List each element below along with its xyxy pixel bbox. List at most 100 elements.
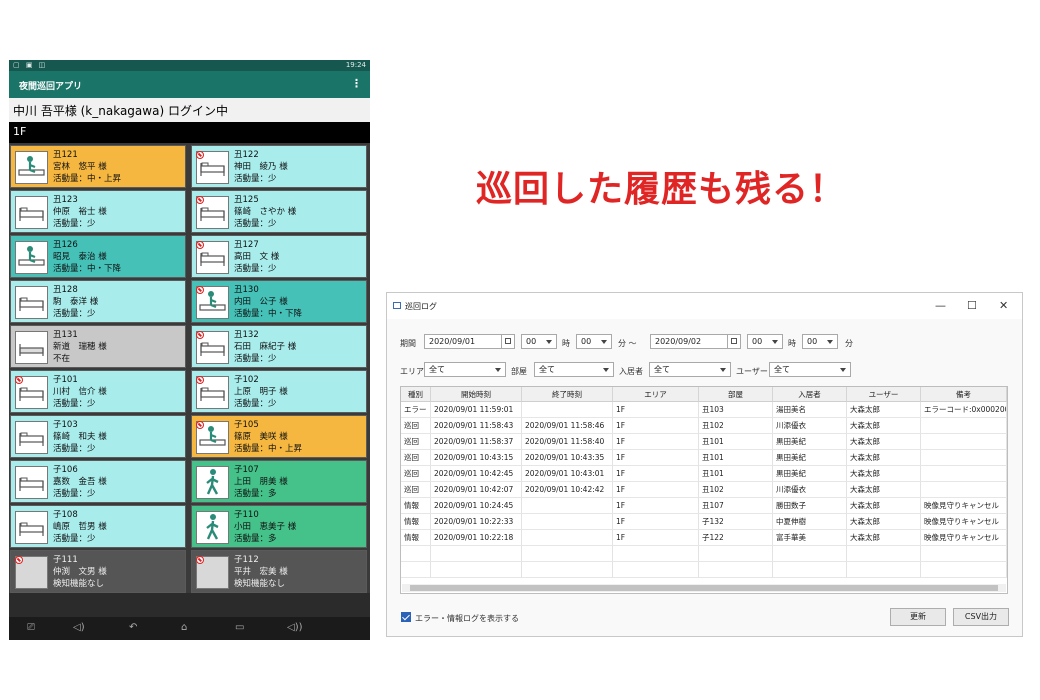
status-bar: ▢ ▣ ◫ 19:24 (9, 60, 370, 71)
room-number: 子112 (234, 555, 259, 565)
date-to-calendar-icon[interactable] (727, 334, 741, 349)
chevron-down-icon (546, 340, 552, 344)
show-error-info-checkbox[interactable] (401, 612, 411, 622)
log-cell-resident: 黒田美紀 (773, 450, 847, 466)
room-info: 丑130 内田 公子 様活動量：中・下降 (234, 284, 302, 320)
minute-from-select[interactable]: 00 (576, 334, 612, 349)
resident-name: 昭見 泰治 様 (53, 252, 107, 262)
room-tile[interactable]: 丑122 神田 綾乃 様活動量：少 (191, 145, 367, 188)
room-tile[interactable]: 丑127 高田 文 様活動量：少 (191, 235, 367, 278)
room-info: 丑127 高田 文 様活動量：少 (234, 239, 279, 275)
room-tile[interactable]: 子102 上原 明子 様活動量：少 (191, 370, 367, 413)
resident-name: 川村 信介 様 (53, 387, 107, 397)
room-number: 丑122 (234, 150, 259, 160)
overflow-menu-icon[interactable]: ⋮ (351, 77, 362, 90)
room-tile[interactable]: 丑123 仲原 裕士 様活動量：少 (10, 190, 186, 233)
log-cell-area: 1F (613, 498, 699, 514)
room-tile[interactable]: 子103 篠崎 和夫 様活動量：少 (10, 415, 186, 458)
room-number: 丑126 (53, 240, 78, 250)
activity-status: 活動量：少 (234, 219, 277, 229)
room-tile[interactable]: 子101 川村 信介 様活動量：少 (10, 370, 186, 413)
horizontal-scrollbar[interactable] (402, 584, 1006, 592)
activity-status: 活動量：少 (53, 219, 96, 229)
resident-name: 神田 綾乃 様 (234, 162, 288, 172)
back-icon[interactable]: ↶ (129, 622, 137, 633)
area-select[interactable]: 全て (424, 362, 506, 377)
room-tile[interactable]: 子111 仲渕 文男 様検知機能なし (10, 550, 186, 593)
log-cell-note (921, 450, 1007, 466)
log-cell-user: 大森太郎 (847, 530, 921, 546)
date-from-calendar-icon[interactable] (501, 334, 515, 349)
column-header-type[interactable]: 種別 (401, 387, 431, 402)
room-tile[interactable]: 子112 平井 宏美 様検知機能なし (191, 550, 367, 593)
column-header-user[interactable]: ユーザー (847, 387, 921, 402)
room-tile[interactable]: 子110 小田 恵美子 様活動量：多 (191, 505, 367, 548)
hour-to-select[interactable]: 00 (747, 334, 783, 349)
log-cell-note: エラーコード:0x00020001 (921, 402, 1007, 418)
log-cell-area: 1F (613, 530, 699, 546)
room-select[interactable]: 全て (534, 362, 614, 377)
log-cell-empty (847, 562, 921, 578)
status-time: 19:24 (345, 61, 366, 69)
android-nav-bar: ⎚ ◁) ↶ ⌂ ▭ ◁)) (9, 617, 370, 640)
log-cell-area: 1F (613, 434, 699, 450)
room-tile[interactable]: 丑131 新道 瑞穂 様不在 (10, 325, 186, 368)
screenshot-icon[interactable]: ⎚ (27, 622, 35, 633)
log-cell-note (921, 434, 1007, 450)
room-tile[interactable]: 子106 嘉数 金吾 様活動量：少 (10, 460, 186, 503)
log-cell-end-time (522, 498, 613, 514)
room-tile[interactable]: 子108 嶋原 哲男 様活動量：少 (10, 505, 186, 548)
bed-icon (196, 151, 229, 184)
activity-status: 活動量：少 (234, 399, 277, 409)
column-header-resident[interactable]: 入居者 (773, 387, 847, 402)
resident-select[interactable]: 全て (649, 362, 731, 377)
room-tile[interactable]: 丑121 宮林 悠平 様活動量：中・上昇 (10, 145, 186, 188)
column-header-end-time[interactable]: 終了時刻 (522, 387, 613, 402)
log-cell-empty (431, 546, 522, 562)
csv-export-button[interactable]: CSV出力 (953, 608, 1009, 626)
close-icon[interactable]: ✕ (999, 299, 1008, 312)
activity-status: 活動量：少 (53, 534, 96, 544)
room-tile[interactable]: 子105 篠原 美咲 様活動量：中・上昇 (191, 415, 367, 458)
room-number: 丑125 (234, 195, 259, 205)
room-info: 子105 篠原 美咲 様活動量：中・上昇 (234, 419, 302, 455)
sitting-icon (15, 151, 48, 184)
room-tile[interactable]: 丑132 石田 麻紀子 様活動量：少 (191, 325, 367, 368)
minute-to-value: 00 (807, 337, 818, 346)
room-number: 子107 (234, 465, 259, 475)
room-tile[interactable]: 子107 上田 朋美 様活動量：多 (191, 460, 367, 503)
log-table[interactable]: 種別 開始時刻 終了時刻 エリア 部屋 入居者 ユーザー 備考 エラー 2020/09/01 11… (400, 386, 1008, 594)
room-number: 丑132 (234, 330, 259, 340)
app-title: 夜間巡回アプリ (19, 82, 83, 92)
column-header-note[interactable]: 備考 (921, 387, 1007, 402)
log-cell-note (921, 418, 1007, 434)
minute-to-select[interactable]: 00 (802, 334, 838, 349)
minute-unit-label: 分 ～ (618, 339, 637, 348)
log-cell-empty (522, 546, 613, 562)
maximize-icon[interactable]: ☐ (967, 299, 977, 312)
volume-down-icon[interactable]: ◁) (73, 622, 85, 633)
recents-icon[interactable]: ▭ (235, 622, 244, 633)
scrollbar-thumb[interactable] (410, 585, 998, 591)
date-from-input[interactable]: 2020/09/01 (424, 334, 512, 349)
column-header-start-time[interactable]: 開始時刻 (431, 387, 522, 402)
activity-status: 活動量：少 (53, 444, 96, 454)
volume-up-icon[interactable]: ◁)) (287, 622, 303, 633)
minimize-icon[interactable]: — (935, 299, 946, 312)
room-tile[interactable]: 丑128 駒 泰洋 様活動量：少 (10, 280, 186, 323)
activity-status: 不在 (53, 354, 71, 364)
log-cell-room: 丑102 (699, 418, 773, 434)
column-header-room[interactable]: 部屋 (699, 387, 773, 402)
hour-from-select[interactable]: 00 (521, 334, 557, 349)
log-cell-end-time: 2020/09/01 11:58:46 (522, 418, 613, 434)
room-tile[interactable]: 丑125 篠崎 さやか 様活動量：少 (191, 190, 367, 233)
room-tile[interactable]: 丑130 内田 公子 様活動量：中・下降 (191, 280, 367, 323)
refresh-button[interactable]: 更新 (890, 608, 946, 626)
log-cell-type: 情報 (401, 514, 431, 530)
room-tile[interactable]: 丑126 昭見 泰治 様活動量：中・下降 (10, 235, 186, 278)
date-to-input[interactable]: 2020/09/02 (650, 334, 738, 349)
column-header-area[interactable]: エリア (613, 387, 699, 402)
user-select[interactable]: 全て (769, 362, 851, 377)
home-icon[interactable]: ⌂ (181, 622, 187, 633)
resident-name: 嶋原 哲男 様 (53, 522, 107, 532)
